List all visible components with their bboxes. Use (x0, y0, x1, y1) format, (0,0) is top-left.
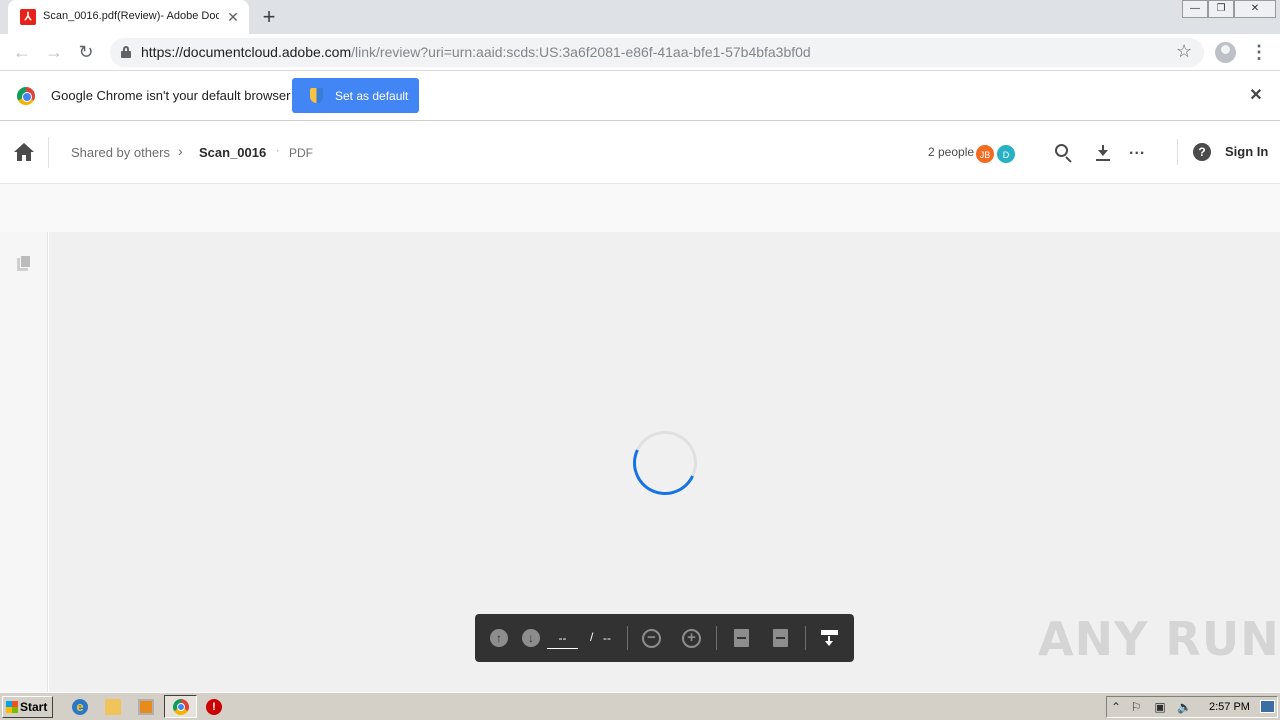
windows-logo-icon (6, 701, 18, 713)
breadcrumb-file-name: Scan_0016 (199, 145, 267, 160)
shield-icon (310, 88, 323, 103)
avatar-jb[interactable]: JB (975, 144, 995, 164)
page-slash: / (590, 630, 594, 644)
flag-icon[interactable]: ⚐ (1129, 700, 1143, 714)
infobar-close-icon[interactable]: ✕ (1247, 87, 1265, 105)
home-icon[interactable] (14, 143, 34, 161)
page-navigation-toolbar: ↑ ↓ -- / -- − + (475, 614, 854, 662)
folder-icon[interactable] (105, 699, 121, 715)
sign-in-button[interactable]: Sign In (1225, 144, 1268, 159)
download-icon[interactable] (1095, 144, 1111, 162)
download-page-icon[interactable] (821, 630, 838, 647)
help-icon[interactable]: ? (1193, 143, 1211, 161)
search-icon[interactable] (1055, 144, 1073, 163)
tab-scan-0016[interactable]: ⅄ Scan_0016.pdf(Review)- Adobe Doc ✕ (8, 0, 249, 34)
start-button[interactable]: Start (2, 696, 53, 718)
people-count[interactable]: 2 people (928, 145, 974, 159)
window-close-button[interactable]: ✕ (1234, 0, 1276, 18)
fit-width-icon[interactable] (734, 629, 749, 647)
loading-spinner (623, 421, 707, 505)
back-button[interactable]: ← (10, 40, 34, 64)
zoom-out-icon[interactable]: − (642, 629, 661, 648)
bookmark-star-icon[interactable]: ☆ (1176, 41, 1192, 62)
lock-icon[interactable] (121, 46, 131, 58)
app-header: Shared by others › Scan_0016 · PDF 2 peo… (0, 121, 1280, 184)
next-page-icon[interactable]: ↓ (522, 629, 540, 647)
chrome-icon (173, 699, 189, 715)
file-type-label: PDF (289, 146, 313, 160)
zoom-in-icon[interactable]: + (682, 629, 701, 648)
network-icon[interactable]: ▣ (1153, 700, 1167, 714)
breadcrumb-shared-by-others[interactable]: Shared by others (71, 145, 170, 160)
avatar-d[interactable]: D (996, 144, 1016, 164)
internet-explorer-icon[interactable]: e (72, 699, 88, 715)
tab-title: Scan_0016.pdf(Review)- Adobe Doc (43, 10, 219, 22)
page-thumbnails-icon[interactable] (17, 255, 31, 271)
restore-button[interactable]: ❐ (1208, 0, 1234, 18)
toolbar-divider (805, 626, 806, 650)
header-divider (48, 137, 49, 168)
tray-expand-icon[interactable]: ⌃ (1109, 700, 1123, 714)
show-desktop-icon[interactable] (1260, 700, 1275, 713)
tab-strip: ⅄ Scan_0016.pdf(Review)- Adobe Doc ✕ + —… (0, 0, 1280, 34)
page-number-input[interactable]: -- (547, 627, 578, 649)
stop-icon[interactable]: ! (206, 699, 222, 715)
header-divider (1177, 139, 1178, 165)
taskbar-chrome-button[interactable] (164, 695, 197, 718)
address-bar[interactable]: https://documentcloud.adobe.com/link/rev… (110, 38, 1204, 67)
anyrun-watermark: ANY RUN (1038, 612, 1280, 666)
tab-close-icon[interactable]: ✕ (225, 9, 241, 25)
acrobat-icon: ⅄ (20, 9, 36, 25)
toolbar-divider (716, 626, 717, 650)
set-as-default-button[interactable]: Set as default (292, 78, 419, 113)
toolbar-divider (627, 626, 628, 650)
forward-button[interactable]: → (42, 40, 66, 64)
page-total: -- (603, 631, 611, 645)
previous-page-icon[interactable]: ↑ (490, 629, 508, 647)
reload-button[interactable]: ↻ (74, 40, 98, 64)
sub-header-bar (0, 184, 1280, 232)
volume-icon[interactable]: 🔈 (1177, 700, 1192, 714)
browser-toolbar: ← → ↻ https://documentcloud.adobe.com/li… (0, 34, 1280, 71)
chevron-right-icon: › (178, 143, 183, 159)
breadcrumb-dot: · (276, 145, 280, 157)
fit-page-icon[interactable] (773, 629, 788, 647)
media-player-icon[interactable] (138, 699, 154, 715)
new-tab-button[interactable]: + (258, 6, 280, 28)
chrome-logo-icon (17, 87, 35, 105)
clock[interactable]: 2:57 PM (1209, 701, 1250, 713)
url-text[interactable]: https://documentcloud.adobe.com/link/rev… (141, 44, 811, 60)
more-options-icon[interactable]: ... (1129, 141, 1145, 159)
windows-taskbar: Start e ! ⌃ ⚐ ▣ 🔈 2:57 PM (0, 692, 1280, 720)
system-tray: ⌃ ⚐ ▣ 🔈 2:57 PM (1106, 696, 1278, 718)
default-browser-infobar: Google Chrome isn't your default browser… (0, 71, 1280, 121)
profile-avatar[interactable] (1215, 42, 1236, 63)
minimize-button[interactable]: — (1182, 0, 1208, 18)
infobar-message: Google Chrome isn't your default browser (51, 88, 291, 103)
screen: ⅄ Scan_0016.pdf(Review)- Adobe Doc ✕ + —… (0, 0, 1280, 720)
chrome-menu-icon[interactable]: ⋮ (1250, 40, 1268, 64)
left-rail (0, 232, 48, 692)
